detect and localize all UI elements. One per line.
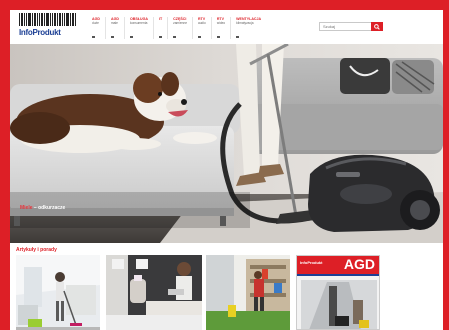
magazine-title: AGD — [343, 256, 375, 272]
hero-caption-text: odkurzacze — [38, 205, 66, 211]
nav-bullet-icon — [173, 36, 177, 38]
search-button[interactable] — [371, 22, 383, 31]
nav-item-agd-duze[interactable]: AGD duże — [87, 17, 105, 39]
search-icon — [374, 23, 380, 30]
nav-item-sublabel: konsumenta — [130, 21, 148, 26]
article-thumb-living[interactable] — [106, 255, 202, 330]
page: InfoProdukt AGD duże AGD małe Obsługa ko… — [10, 10, 443, 330]
nav-item-czesci[interactable]: Części zamienne — [167, 17, 192, 39]
nav-bullet-icon — [236, 36, 240, 38]
magazine-logo: InfoProdukt — [300, 260, 323, 265]
nav-item-wentylacja[interactable]: Wentylacja klimatyzacja — [230, 17, 266, 39]
nav-item-label: IT — [158, 17, 163, 21]
nav-item-agd-male[interactable]: AGD małe — [105, 17, 124, 39]
barcode-icon — [19, 13, 79, 26]
nav-item-sublabel: małe — [111, 21, 118, 26]
nav-item-rtv-wideo[interactable]: RTV wideo — [210, 17, 230, 39]
nav-bullet-icon — [216, 36, 220, 38]
articles-section: Artykuły i porady InfoProdukt AGD — [10, 243, 443, 330]
nav-bullet-icon — [198, 36, 201, 38]
hero-banner[interactable]: Miele – odkurzacze — [10, 44, 443, 243]
article-thumb-bathroom[interactable] — [16, 255, 100, 330]
nav-item-sublabel: audio — [198, 21, 206, 26]
hero-image — [10, 44, 443, 243]
magazine-cover[interactable]: InfoProdukt AGD — [296, 255, 380, 330]
site-header: InfoProdukt AGD duże AGD małe Obsługa ko… — [10, 10, 443, 44]
article-thumb-image — [106, 255, 202, 330]
nav-bullet-icon — [130, 36, 133, 38]
hero-caption[interactable]: Miele – odkurzacze — [20, 205, 65, 211]
main-nav: AGD duże AGD małe Obsługa konsumenta IT … — [87, 17, 266, 39]
top-banner — [0, 0, 449, 10]
nav-item-sublabel: zamienne — [173, 21, 187, 26]
article-thumb-garage[interactable] — [206, 255, 290, 330]
nav-item-sublabel: klimatyzacja — [236, 21, 254, 26]
article-thumb-image — [206, 255, 290, 330]
nav-item-obsluga[interactable]: Obsługa konsumenta — [124, 17, 153, 39]
nav-bullet-icon — [92, 36, 95, 38]
articles-title: Artykuły i porady — [16, 247, 57, 253]
nav-item-rtv-audio[interactable]: RTV audio — [192, 17, 211, 39]
logo-wordmark: InfoProdukt — [19, 28, 61, 37]
site-logo[interactable]: InfoProdukt — [19, 13, 79, 41]
nav-item-sublabel: duże — [92, 21, 99, 26]
nav-item-sublabel: wideo — [216, 21, 226, 26]
nav-bullet-icon — [111, 36, 114, 38]
nav-bullet-icon — [158, 36, 162, 38]
hero-brand: Miele — [20, 205, 33, 211]
nav-item-it[interactable]: IT — [152, 17, 167, 39]
article-thumb-image — [16, 255, 100, 330]
